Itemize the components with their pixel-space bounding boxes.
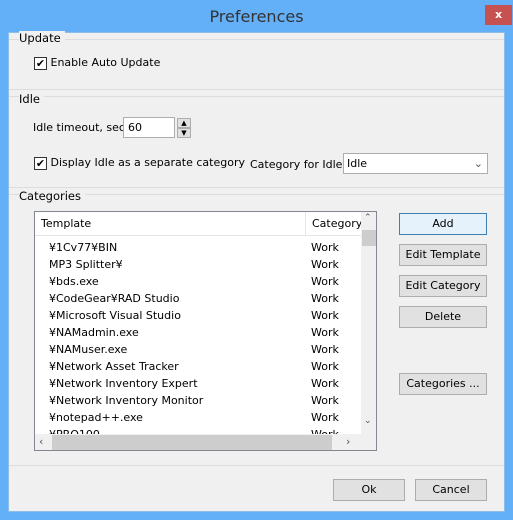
category-cell: Work [311,343,339,356]
category-cell: Work [311,377,339,390]
table-row[interactable]: ¥Network Inventory Monitor Work [35,392,365,409]
update-group: Update ✔ Enable Auto Update [9,31,504,89]
checkmark-icon: ✔ [34,56,47,70]
template-cell: ¥Microsoft Visual Studio [49,309,181,322]
template-list[interactable]: Template Category ¥1Cv77¥BIN Work MP3 Spli… [34,211,377,451]
idle-group-label: Idle [19,92,44,106]
table-row[interactable]: ¥NAMuser.exe Work [35,341,365,358]
table-row[interactable]: ¥NAMadmin.exe Work [35,324,365,341]
category-cell: Work [311,326,339,339]
window-title: Preferences [209,7,304,26]
template-cell: ¥NAMuser.exe [49,343,128,356]
idle-group: Idle Idle timeout, sec: 60 ▲ ▼ ✔ Display… [9,89,504,187]
table-row[interactable]: ¥Microsoft Visual Studio Work [35,307,365,324]
category-cell: Work [311,241,339,254]
chevron-down-icon: ⌄ [473,157,483,170]
table-row[interactable]: MP3 Splitter¥ Work [35,256,365,273]
close-button[interactable]: x [485,5,512,25]
categories-group-label: Categories [19,189,85,203]
vertical-scroll-thumb[interactable] [362,230,376,246]
spin-up-button[interactable]: ▲ [177,118,191,128]
column-header-category[interactable]: Category [305,212,365,236]
template-cell: ¥1Cv77¥BIN [49,241,118,254]
cancel-button[interactable]: Cancel [415,479,487,501]
auto-update-label: Enable Auto Update [50,56,161,69]
table-row[interactable]: ¥Network Asset Tracker Work [35,358,365,375]
scroll-up-icon[interactable]: ⌃ [364,213,372,223]
template-cell: ¥Network Asset Tracker [49,360,179,373]
category-select-value: Idle [347,157,368,170]
update-group-label: Update [19,31,65,45]
separate-category-checkbox[interactable]: ✔ Display Idle as a separate category [34,156,245,170]
edit-category-button[interactable]: Edit Category [399,275,487,297]
vertical-scrollbar[interactable]: ⌃ ⌄ [361,212,376,434]
horizontal-scrollbar[interactable]: ‹ › [35,434,376,450]
template-cell: ¥NAMadmin.exe [49,326,139,339]
ok-button[interactable]: Ok [333,479,405,501]
table-row[interactable]: ¥CodeGear¥RAD Studio Work [35,290,365,307]
table-row[interactable]: ¥bds.exe Work [35,273,365,290]
table-row[interactable]: ¥Network Inventory Expert Work [35,375,365,392]
checkmark-icon: ✔ [34,156,47,170]
edit-template-button[interactable]: Edit Template [399,244,487,266]
scroll-right-icon[interactable]: › [346,435,350,448]
template-cell: ¥CodeGear¥RAD Studio [49,292,180,305]
category-cell: Work [311,309,339,322]
template-cell: ¥notepad++.exe [49,411,143,424]
category-for-idle-select[interactable]: Idle ⌄ [343,153,488,174]
category-cell: Work [311,258,339,271]
category-cell: Work [311,394,339,407]
category-cell: Work [311,292,339,305]
template-cell: ¥Network Inventory Expert [49,377,198,390]
auto-update-checkbox[interactable]: ✔ Enable Auto Update [34,56,160,70]
category-cell: Work [311,411,339,424]
category-cell: Work [311,360,339,373]
delete-button[interactable]: Delete [399,306,487,328]
template-cell: ¥bds.exe [49,275,99,288]
table-row[interactable]: ¥1Cv77¥BIN Work [35,239,365,256]
spin-down-button[interactable]: ▼ [177,128,191,138]
category-cell: Work [311,275,339,288]
scroll-down-icon[interactable]: ⌄ [364,416,372,426]
dialog-body: Update ✔ Enable Auto Update Idle Idle ti… [8,31,505,512]
template-cell: MP3 Splitter¥ [49,258,123,271]
column-header-template[interactable]: Template [41,212,91,236]
category-for-idle-label: Category for Idle: [250,158,347,171]
idle-timeout-label: Idle timeout, sec: [33,121,129,134]
template-cell: ¥Network Inventory Monitor [49,394,204,407]
separate-category-label: Display Idle as a separate category [50,156,245,169]
idle-timeout-input[interactable]: 60 [123,117,175,138]
footer: Ok Cancel [9,465,504,512]
table-row[interactable]: ¥notepad++.exe Work [35,409,365,426]
scroll-left-icon[interactable]: ‹ [39,435,43,448]
horizontal-scroll-thumb[interactable] [52,435,332,450]
add-button[interactable]: Add [399,213,487,235]
list-header: Template Category [35,212,365,236]
categories-button[interactable]: Categories ... [399,373,487,395]
